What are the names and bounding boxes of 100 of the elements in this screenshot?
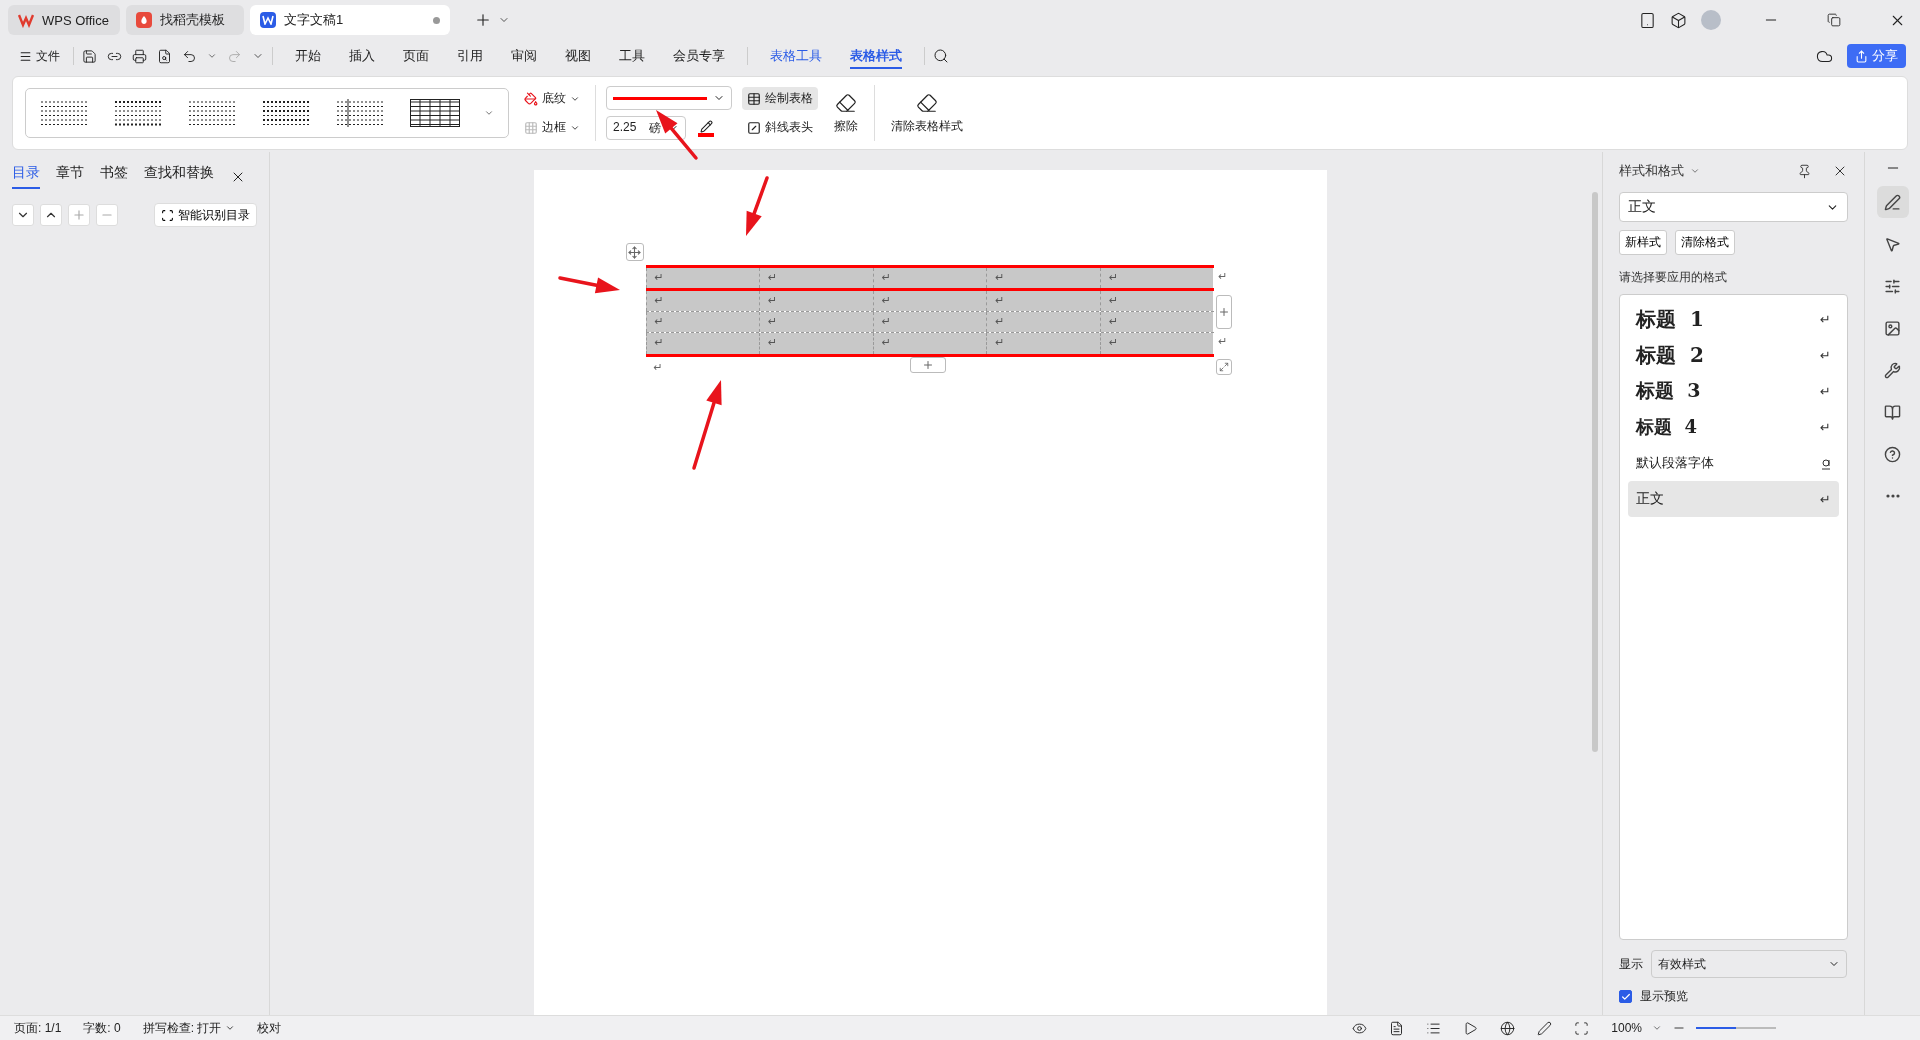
dropdown-icon[interactable] [1690, 166, 1700, 176]
eye-icon[interactable] [1352, 1020, 1368, 1036]
spell-check-button[interactable]: 拼写检查: 打开 [142, 1019, 236, 1037]
pen-color-icon[interactable] [698, 119, 714, 137]
table-cell[interactable]: ↵ [872, 333, 987, 354]
web-view-icon[interactable] [1500, 1020, 1516, 1036]
undo-icon[interactable] [182, 48, 197, 64]
menu-tab[interactable]: 引用 [443, 43, 497, 69]
menu-tab[interactable]: 开始 [281, 43, 335, 69]
table-style-thumbnail[interactable] [188, 99, 238, 127]
scan-icon [161, 208, 174, 222]
proofread-button[interactable]: 校对 [257, 1019, 282, 1037]
dropdown-icon[interactable] [207, 51, 217, 61]
table-style-thumbnail[interactable] [410, 99, 460, 127]
expand-button[interactable] [40, 204, 62, 226]
table-cell[interactable]: ↵ [1099, 333, 1214, 354]
restore-icon[interactable] [1827, 13, 1841, 27]
page-view-icon[interactable] [1389, 1020, 1405, 1036]
fit-icon[interactable] [1574, 1020, 1590, 1036]
page-count[interactable]: 页面: 1/1 [14, 1019, 62, 1037]
zoom-level[interactable]: 100% [1611, 1021, 1642, 1035]
save-icon[interactable] [82, 48, 97, 64]
smart-toc-button[interactable]: 智能识别目录 [154, 203, 257, 227]
nav-tab[interactable]: 目录 [12, 164, 40, 189]
gallery-more-icon[interactable] [484, 108, 494, 118]
draw-table-button[interactable]: 绘制表格 [742, 87, 818, 110]
style-item[interactable]: 正文 ↵ [1628, 481, 1839, 517]
file-menu[interactable]: 文件 [14, 44, 65, 68]
menu-tab[interactable]: 页面 [389, 43, 443, 69]
table-cell[interactable]: ↵ [645, 333, 760, 354]
diagonal-header-button[interactable]: 斜线表头 [742, 116, 818, 139]
cube-icon[interactable] [1670, 11, 1687, 29]
style-item[interactable]: 标题 4 ↵ [1628, 409, 1839, 445]
menu-tab[interactable]: 工具 [605, 43, 659, 69]
style-item[interactable]: 标题 2 ↵ [1628, 337, 1839, 373]
table-cell[interactable]: ↵ [759, 312, 873, 332]
collapse-button[interactable] [12, 204, 34, 226]
menu-tab[interactable]: 表格样式 [836, 43, 916, 69]
document-tab[interactable]: WPS Office [8, 5, 120, 35]
shading-button[interactable]: 底纹 [519, 87, 585, 110]
table-style-thumbnail[interactable] [114, 99, 164, 127]
table-cell[interactable]: ↵ [986, 268, 1100, 288]
style-item[interactable]: 默认段落字体 [1628, 445, 1839, 481]
table-cell[interactable]: ↵ [1099, 312, 1214, 332]
menu-tab[interactable]: 会员专享 [659, 43, 739, 69]
line-style-dropdown[interactable] [606, 86, 732, 110]
style-pen-tool[interactable] [1876, 186, 1909, 218]
table-cell[interactable]: ↵ [986, 333, 1100, 354]
print-icon[interactable] [132, 48, 147, 64]
table-cell[interactable]: ↵ [986, 312, 1100, 332]
new-style-button[interactable]: 新样式 [1619, 230, 1667, 255]
nav-tab[interactable]: 查找和替换 [144, 164, 214, 189]
clear-format-button[interactable]: 清除格式 [1675, 230, 1735, 255]
table-cell[interactable]: ↵ [759, 268, 873, 288]
menu-tab[interactable]: 审阅 [497, 43, 551, 69]
nav-tab[interactable]: 书签 [100, 164, 128, 189]
style-item[interactable]: 标题 1 ↵ [1628, 301, 1839, 337]
table-move-handle[interactable] [625, 243, 644, 261]
tablet-icon[interactable] [1639, 11, 1656, 29]
table-style-thumbnail[interactable] [262, 99, 312, 127]
menu-tab[interactable]: 视图 [551, 43, 605, 69]
document-tab[interactable]: 找稻壳模板 [126, 5, 244, 35]
new-tab-icon[interactable] [474, 11, 492, 29]
menu-tab[interactable]: 表格工具 [756, 43, 836, 69]
style-item[interactable]: 标题 3 ↵ [1628, 373, 1839, 409]
table-cell[interactable]: ↵ [759, 291, 873, 311]
document-tab[interactable]: 文字文稿1 [250, 5, 450, 35]
pin-icon[interactable] [1797, 163, 1812, 179]
dropdown-icon[interactable] [1652, 1023, 1662, 1033]
outline-view-icon[interactable] [1426, 1020, 1442, 1036]
show-dropdown[interactable]: 有效样式 [1651, 950, 1847, 978]
table-cell[interactable]: ↵ [1099, 268, 1214, 288]
erase-button[interactable]: 擦除 [828, 90, 864, 136]
table-cell[interactable]: ↵ [872, 291, 987, 311]
print-preview-icon[interactable] [157, 48, 172, 64]
play-icon[interactable] [1463, 1020, 1479, 1036]
nav-tab[interactable]: 章节 [56, 164, 84, 189]
table-cell[interactable]: ↵ [645, 312, 760, 332]
table-cell[interactable]: ↵ [986, 291, 1100, 311]
current-style-dropdown[interactable]: 正文 [1619, 192, 1848, 222]
clear-table-style-button[interactable]: 清除表格样式 [885, 90, 969, 136]
search-icon[interactable] [933, 48, 949, 64]
border-button[interactable]: 边框 [519, 116, 585, 139]
pen-icon[interactable] [1537, 1020, 1553, 1036]
word-count[interactable]: 字数: 0 [83, 1019, 121, 1037]
diagonal-icon [747, 120, 761, 135]
scrollbar[interactable] [1592, 192, 1598, 752]
table-cell[interactable]: ↵ [645, 291, 760, 311]
table-style-thumbnail[interactable] [40, 99, 90, 127]
table-cell[interactable]: ↵ [872, 268, 987, 288]
table-cell[interactable]: ↵ [872, 312, 987, 332]
preview-checkbox[interactable]: 显示预览 [1619, 988, 1688, 1005]
table-cell[interactable]: ↵ [645, 268, 760, 288]
table-style-thumbnail[interactable] [336, 99, 386, 127]
table-resize-handle[interactable] [1215, 359, 1232, 375]
table-cell[interactable]: ↵ [1099, 291, 1214, 311]
share-button[interactable]: 分享 [1847, 44, 1906, 68]
menu-tab[interactable]: 插入 [335, 43, 389, 69]
checkbox[interactable] [1619, 990, 1632, 1003]
table-cell[interactable]: ↵ [759, 333, 873, 354]
